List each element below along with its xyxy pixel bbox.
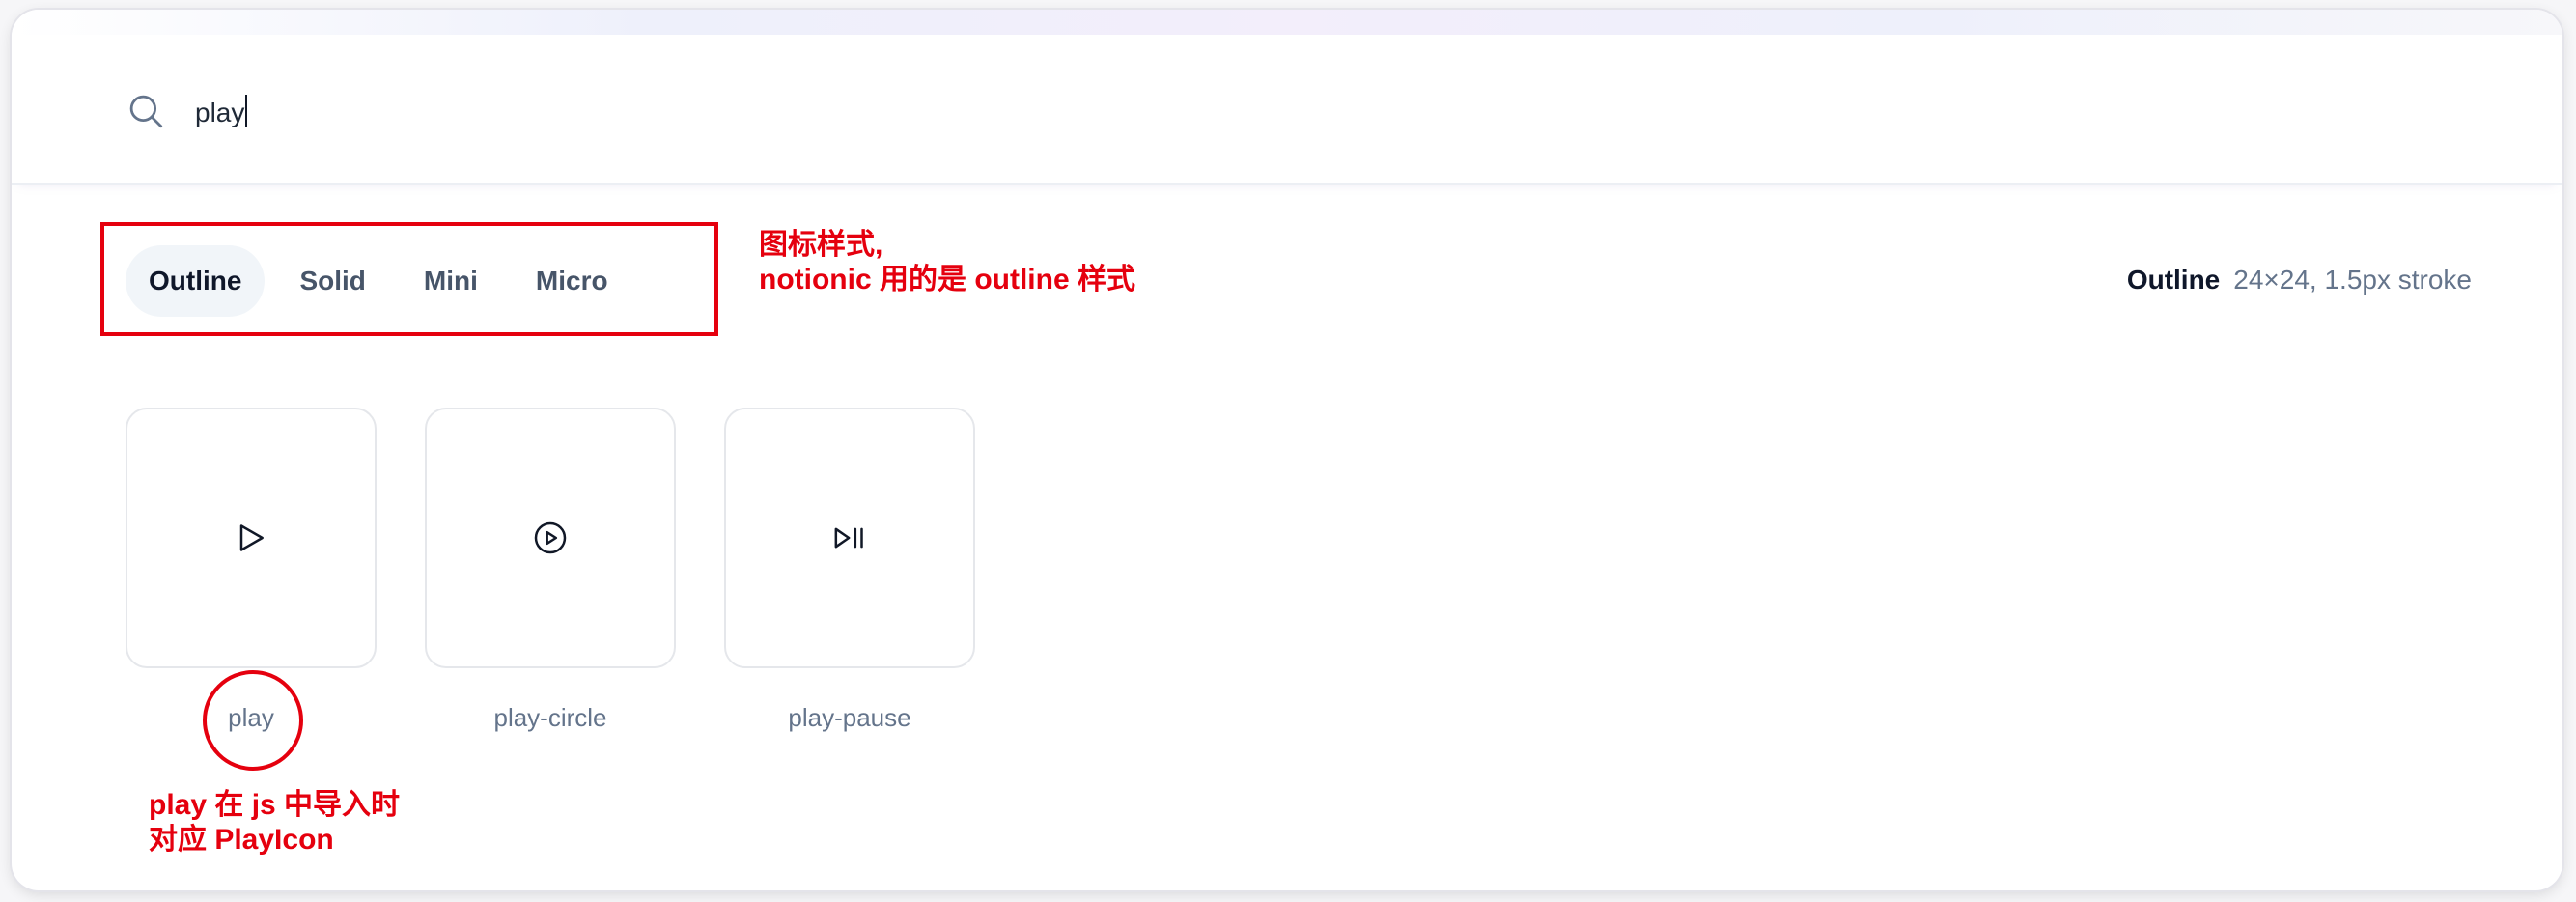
annotation-import-note-line2: 对应 PlayIcon [149,824,334,856]
icon-label-play-pause[interactable]: play-pause [724,703,975,733]
style-info-detail: 24×24, 1.5px stroke [2233,265,2472,295]
search-bar[interactable]: play [12,35,2562,185]
annotation-box-tabs [100,222,718,336]
style-info: Outline 24×24, 1.5px stroke [2127,265,2472,296]
search-input-value: play [195,98,245,127]
icon-card-play-circle[interactable] [425,408,676,668]
annotation-style-note-line2: notionic 用的是 outline 样式 [759,264,1135,296]
play-circle-icon [534,521,567,554]
annotation-circle-play [203,670,303,771]
search-icon [129,95,163,128]
style-info-name: Outline [2126,265,2221,295]
play-icon [239,524,264,551]
icon-card-play[interactable] [126,408,377,668]
top-decoration [12,10,2562,35]
text-caret [245,95,248,127]
icon-label-play-circle[interactable]: play-circle [425,703,676,733]
icon-card-play-pause[interactable] [724,408,975,668]
app-window: play Outline Solid Mini Micro 图标样式, noti… [12,10,2562,890]
play-pause-icon [834,527,863,549]
search-input[interactable]: play [195,95,248,129]
annotation-import-note-line1: play 在 js 中导入时 [149,789,401,821]
annotation-import-note: play 在 js 中导入时 对应 PlayIcon [149,788,400,858]
annotation-style-note: 图标样式, notionic 用的是 outline 样式 [759,228,1162,305]
annotation-style-note-line1: 图标样式, [759,229,883,261]
